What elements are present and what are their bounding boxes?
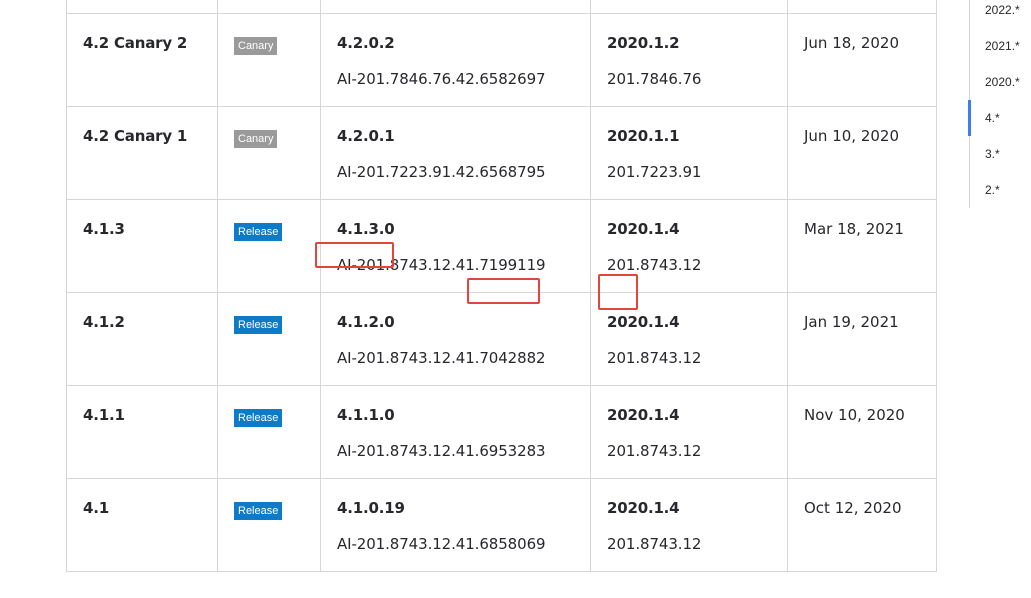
build-number: AI-201.8743.12.41.6953283 <box>337 442 546 460</box>
release-date-cell: Jan 19, 2021 <box>787 292 937 386</box>
release-name: 4.2 Canary 1 <box>83 127 188 145</box>
table-row: 4.1 Release 4.1.0.19 AI-201.8743.12.41.6858… <box>66 478 937 572</box>
release-date-cell: Jun 18, 2020 <box>787 13 937 107</box>
platform-build: 201.8743.12 <box>607 442 702 460</box>
channel-cell: Release <box>217 199 321 293</box>
platform-version-cell: 201.7846.76 <box>590 0 788 14</box>
version-cell: 4.1.1.0 AI-201.8743.12.41.6953283 <box>320 385 591 479</box>
channel-cell: Release <box>217 385 321 479</box>
table-row: 4.2 Canary 2 Canary 4.2.0.2 AI-201.7846.76.… <box>66 13 937 107</box>
platform-build: 201.8743.12 <box>607 535 702 553</box>
channel-badge: Release <box>234 316 283 334</box>
version-cell: 4.2.0.2 AI-201.7846.76.42.6582697 <box>320 13 591 107</box>
platform-version: 2020.1.2 <box>607 34 680 52</box>
table-row: 4.1.2 Release 4.1.2.0 AI-201.8743.12.41.704… <box>66 292 937 386</box>
release-name-cell: 4.1.1 <box>66 385 218 479</box>
release-name: 4.1.2 <box>83 313 125 331</box>
channel-badge: Release <box>234 409 283 427</box>
table-row: 4.2 Canary 1 Canary 4.2.0.1 AI-201.7223.91.… <box>66 106 937 200</box>
side-nav-item[interactable]: 2022.* <box>985 3 1020 17</box>
platform-version-cell: 2020.1.4 201.8743.12 <box>590 292 788 386</box>
platform-version-cell: 2020.1.4 201.8743.12 <box>590 478 788 572</box>
release-date-cell <box>787 0 937 14</box>
build-number: AI-201.8743.12.41.7199119 <box>337 256 546 274</box>
release-date: Oct 12, 2020 <box>804 499 902 517</box>
platform-version: 2020.1.4 <box>607 406 680 424</box>
release-date-cell: Jun 10, 2020 <box>787 106 937 200</box>
release-name-cell: 4.1 <box>66 478 218 572</box>
platform-build: 201.8743.12 <box>607 349 702 367</box>
version-number: 4.1.3.0 <box>337 220 395 238</box>
channel-badge: Release <box>234 502 283 520</box>
release-name-cell: 4.2 Canary 1 <box>66 106 218 200</box>
platform-version-cell: 2020.1.2 201.7846.76 <box>590 13 788 107</box>
channel-cell <box>217 0 321 14</box>
platform-version-cell: 2020.1.4 201.8743.12 <box>590 199 788 293</box>
platform-version-cell: 2020.1.1 201.7223.91 <box>590 106 788 200</box>
release-name-cell <box>66 0 218 14</box>
release-name-cell: 4.1.3 <box>66 199 218 293</box>
platform-version: 2020.1.4 <box>607 313 680 331</box>
table-row: 4.1.3 Release 4.1.3.0 AI-201.8743.12.41.719… <box>66 199 937 293</box>
table-row: AI-201.7846.76.42.6630367201.7846.76 <box>66 0 937 14</box>
release-date: Nov 10, 2020 <box>804 406 905 424</box>
versions-table-body: AI-201.7846.76.42.6630367201.7846.764.2 … <box>66 0 937 572</box>
build-number: AI-201.7223.91.42.6568795 <box>337 163 546 181</box>
version-number: 4.2.0.2 <box>337 34 395 52</box>
release-name-cell: 4.1.2 <box>66 292 218 386</box>
release-date-cell: Oct 12, 2020 <box>787 478 937 572</box>
side-nav-item[interactable]: 3.* <box>985 147 1000 161</box>
build-number: AI-201.7846.76.42.6582697 <box>337 70 546 88</box>
release-date: Jun 10, 2020 <box>804 127 900 145</box>
release-name: 4.2 Canary 2 <box>83 34 188 52</box>
version-cell: 4.1.3.0 AI-201.8743.12.41.7199119 <box>320 199 591 293</box>
channel-badge: Canary <box>234 37 278 55</box>
release-date-cell: Nov 10, 2020 <box>787 385 937 479</box>
table-row: 4.1.1 Release 4.1.1.0 AI-201.8743.12.41.695… <box>66 385 937 479</box>
release-date: Jun 18, 2020 <box>804 34 900 52</box>
platform-version: 2020.1.4 <box>607 499 680 517</box>
versions-table: AI-201.7846.76.42.6630367201.7846.764.2 … <box>66 0 937 572</box>
version-number: 4.1.1.0 <box>337 406 395 424</box>
channel-cell: Canary <box>217 106 321 200</box>
release-name: 4.1.3 <box>83 220 125 238</box>
platform-version-cell: 2020.1.4 201.8743.12 <box>590 385 788 479</box>
side-nav-item[interactable]: 2.* <box>985 183 1000 197</box>
version-number: 4.1.0.19 <box>337 499 405 517</box>
side-nav-item[interactable]: 2020.* <box>985 75 1020 89</box>
release-date: Jan 19, 2021 <box>804 313 899 331</box>
build-number: AI-201.8743.12.41.6858069 <box>337 535 546 553</box>
release-name: 4.1 <box>83 499 109 517</box>
platform-build: 201.7846.76 <box>607 70 702 88</box>
channel-cell: Release <box>217 478 321 572</box>
version-side-nav: 2022.* 2021.* 2020.* 4.* 3.* 2.* <box>968 0 1031 208</box>
platform-build: 201.7223.91 <box>607 163 702 181</box>
version-number: 4.2.0.1 <box>337 127 395 145</box>
version-cell: 4.1.2.0 AI-201.8743.12.41.7042882 <box>320 292 591 386</box>
page: AI-201.7846.76.42.6630367201.7846.764.2 … <box>0 0 1031 598</box>
platform-version: 2020.1.4 <box>607 220 680 238</box>
release-date-cell: Mar 18, 2021 <box>787 199 937 293</box>
channel-badge: Release <box>234 223 283 241</box>
version-number: 4.1.2.0 <box>337 313 395 331</box>
release-date: Mar 18, 2021 <box>804 220 904 238</box>
side-nav-item[interactable]: 2021.* <box>985 39 1020 53</box>
version-cell: AI-201.7846.76.42.6630367 <box>320 0 591 14</box>
platform-version: 2020.1.1 <box>607 127 680 145</box>
channel-cell: Release <box>217 292 321 386</box>
channel-cell: Canary <box>217 13 321 107</box>
release-name-cell: 4.2 Canary 2 <box>66 13 218 107</box>
release-name: 4.1.1 <box>83 406 125 424</box>
build-number: AI-201.8743.12.41.7042882 <box>337 349 546 367</box>
version-cell: 4.1.0.19 AI-201.8743.12.41.6858069 <box>320 478 591 572</box>
side-nav-item[interactable]: 4.* <box>985 111 1000 125</box>
platform-build: 201.8743.12 <box>607 256 702 274</box>
side-nav-active-indicator <box>968 100 971 136</box>
channel-badge: Canary <box>234 130 278 148</box>
version-cell: 4.2.0.1 AI-201.7223.91.42.6568795 <box>320 106 591 200</box>
